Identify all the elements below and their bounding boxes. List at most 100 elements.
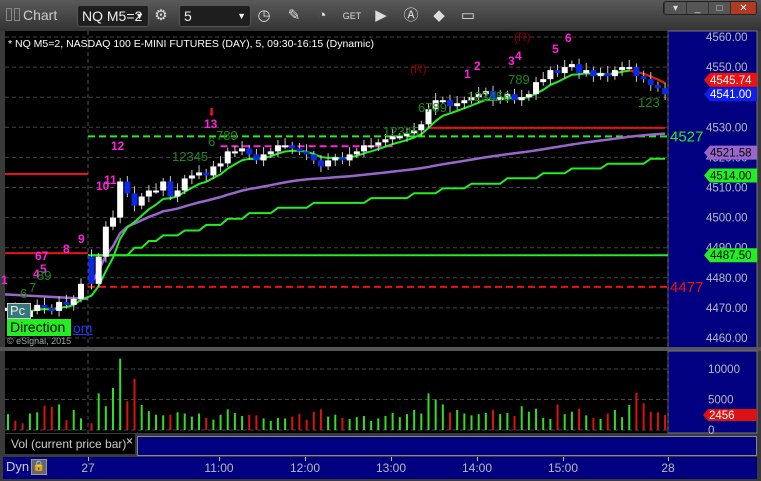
candle-body xyxy=(102,226,109,257)
candle-body xyxy=(124,181,131,194)
candle-body xyxy=(181,178,188,191)
candle-body xyxy=(597,73,604,77)
signal-annotation: 789 xyxy=(508,72,530,87)
candle-body xyxy=(640,76,647,80)
candle-body xyxy=(274,145,281,152)
candle-body xyxy=(34,304,41,311)
badge-label: 4514.00 xyxy=(710,170,752,182)
candle-body xyxy=(196,172,203,176)
volume-tick-label: 10000 xyxy=(708,364,740,376)
signal-annotation: 789 xyxy=(216,128,238,143)
candle-body xyxy=(590,70,597,77)
signal-annotation: 12345 xyxy=(172,149,208,164)
direction-widget[interactable]: Direction xyxy=(7,319,71,336)
candle-body xyxy=(239,148,246,152)
candle-body xyxy=(583,70,590,74)
volume-badge-label: 2456 xyxy=(709,410,735,422)
price-badge: 4514.00 xyxy=(704,168,757,183)
pc-widget[interactable]: Pc xyxy=(7,303,31,319)
price-badge: 4487.50 xyxy=(704,248,757,263)
signal-annotation: 1 xyxy=(1,273,8,287)
candle-body xyxy=(339,157,346,161)
signal-annotation: 5 xyxy=(552,42,559,56)
price-chart[interactable]: 4560.004550.004530.004520.004510.004500.… xyxy=(0,0,761,481)
candle-body xyxy=(576,64,583,74)
candle-body xyxy=(174,190,181,197)
candle-body xyxy=(78,283,84,299)
signal-annotation: 12345 xyxy=(383,124,419,139)
candle-body xyxy=(382,139,389,143)
signal-annotation: (R) xyxy=(410,62,427,76)
candle-body xyxy=(88,256,95,284)
signal-annotation: 6 xyxy=(208,134,215,149)
lock-icon[interactable]: 🔒 xyxy=(31,459,47,475)
volume-tick-label: 5000 xyxy=(708,395,734,407)
candle-body xyxy=(117,181,124,218)
candle xyxy=(117,177,124,224)
time-tick xyxy=(563,457,564,461)
chart-header: * NQ M5=2, NASDAQ 100 E-MINI FUTURES (DA… xyxy=(8,38,374,50)
candle-body xyxy=(317,160,324,167)
candle-body xyxy=(167,181,174,197)
time-tick-label: 13:00 xyxy=(375,461,407,475)
candle-body xyxy=(110,217,117,227)
candle-body xyxy=(611,70,618,77)
signal-annotation: 7 xyxy=(29,280,36,295)
signal-annotation: 4 xyxy=(515,49,522,63)
candle-body xyxy=(210,166,217,176)
candle-body xyxy=(518,97,525,101)
pane-divider xyxy=(0,347,761,351)
candle-body xyxy=(353,151,360,155)
volume-study-tab[interactable]: Vol (current price bar) xyxy=(5,434,135,454)
candle-body xyxy=(246,148,253,155)
time-tick-label: 15:00 xyxy=(547,461,579,475)
level-label: 4527 xyxy=(670,128,703,145)
badge-label: 4487.50 xyxy=(710,250,752,262)
time-axis[interactable]: Dyn 🔒 27 11:00 12:00 13:00 14:00 15:00 28 xyxy=(3,457,757,479)
badge-label: 4521.58 xyxy=(710,148,752,160)
candle-body xyxy=(346,154,353,161)
level-label: 4477 xyxy=(670,279,703,296)
candle-body xyxy=(547,70,554,80)
volume-pane xyxy=(5,351,668,433)
price-badge: 4545.74 xyxy=(704,72,757,87)
link-text[interactable]: om xyxy=(73,320,92,336)
candle-body xyxy=(217,163,224,167)
close-icon[interactable]: × xyxy=(126,434,133,448)
dynamic-mode-label[interactable]: Dyn xyxy=(6,459,29,474)
signal-annotation: 12 xyxy=(111,139,125,153)
time-tick xyxy=(305,457,306,461)
badge-label: 4541.00 xyxy=(710,89,752,101)
candle xyxy=(95,253,102,288)
signal-annotation: 2 xyxy=(474,59,481,73)
candle-body xyxy=(160,181,167,191)
candle-body xyxy=(296,148,303,152)
signal-annotation: 6 xyxy=(20,286,27,301)
candle-body xyxy=(418,124,425,131)
candle-body xyxy=(56,301,63,311)
tab-bar-area xyxy=(137,436,757,456)
candle-body xyxy=(447,100,453,107)
candle-body xyxy=(203,172,210,176)
price-tick-label: 4550.00 xyxy=(706,62,748,74)
candle-body xyxy=(41,304,48,308)
price-badge: 4541.00 xyxy=(704,87,757,102)
time-tick xyxy=(88,457,89,461)
candle-body xyxy=(188,175,195,179)
down-arrow-icon: ⬇ xyxy=(207,107,216,119)
candle-body xyxy=(533,82,540,95)
candle-body xyxy=(253,154,260,161)
time-tick-label: 12:00 xyxy=(289,461,321,475)
signal-annotation: 11 xyxy=(104,173,117,187)
price-tick-label: 4480.00 xyxy=(706,273,748,285)
signal-annotation: 89 xyxy=(37,268,51,283)
price-tick-label: 4500.00 xyxy=(706,213,748,225)
candle-body xyxy=(454,103,461,107)
time-tick-label: 27 xyxy=(81,461,95,475)
candle-body xyxy=(289,145,296,149)
candle-body xyxy=(63,301,70,305)
signal-annotation: 3 xyxy=(508,54,515,68)
candle-body xyxy=(310,154,317,161)
signal-annotation: 9 xyxy=(78,232,85,246)
candle-body xyxy=(647,79,654,86)
